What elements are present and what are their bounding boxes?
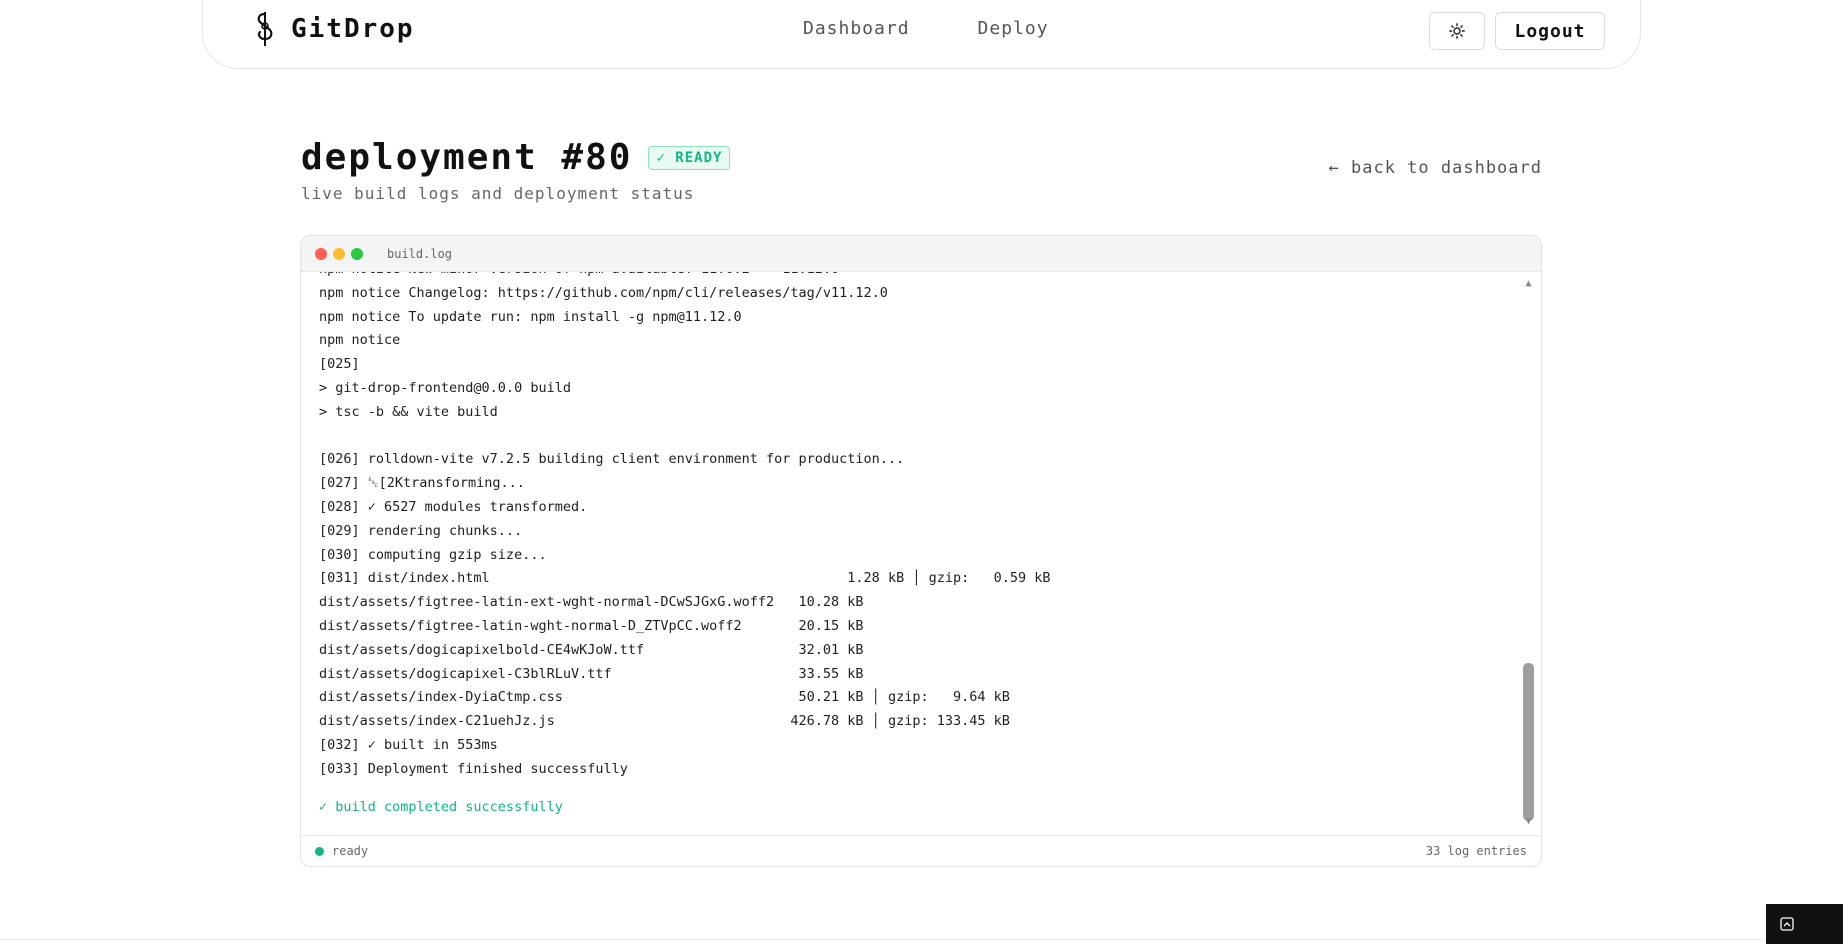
sun-icon (1449, 23, 1465, 39)
page-title: deployment #80 (301, 137, 633, 178)
page-bottom-divider (0, 939, 1766, 940)
footer-status: ready (315, 844, 368, 858)
log-line: npm notice New minor version of npm avai… (319, 272, 1511, 282)
back-to-dashboard-link[interactable]: ← back to dashboard (1329, 158, 1542, 178)
log-line: npm notice (319, 332, 401, 349)
log-line: > git-drop-frontend@0.0.0 build (319, 379, 571, 396)
brand-name: GitDrop (291, 14, 415, 44)
log-scroll-area[interactable]: npm notice New minor version of npm avai… (301, 272, 1541, 835)
status-dot-icon (315, 846, 324, 856)
log-lines: npm notice New minor version of npm avai… (319, 272, 1511, 819)
nav-link-dashboard[interactable]: Dashboard (803, 18, 910, 39)
build-log-terminal: build.log npm notice New minor version o… (300, 235, 1542, 867)
nav-link-deploy[interactable]: Deploy (978, 18, 1049, 39)
log-line: dist/assets/index-DyiaCtmp.css 50.21 kB … (319, 689, 1010, 706)
log-line: [027] ␛[2Ktransforming... (319, 475, 525, 492)
terminal-titlebar: build.log (301, 236, 1541, 272)
brand[interactable]: GitDrop (253, 12, 415, 46)
log-line: [031] dist/index.html 1.28 kB │ gzip: 0.… (319, 570, 1051, 587)
logout-button[interactable]: Logout (1495, 12, 1605, 50)
log-line: [032] ✓ built in 553ms (319, 736, 498, 753)
devtools-toggle[interactable] (1766, 904, 1843, 944)
window-maximize-dot (351, 247, 363, 260)
log-line: dist/assets/figtree-latin-wght-normal-D_… (319, 617, 864, 634)
log-line: > tsc -b && vite build (319, 403, 498, 420)
log-line: npm notice To update run: npm install -g… (319, 308, 742, 325)
scroll-down-icon[interactable]: ▼ (1522, 816, 1535, 828)
theme-toggle-button[interactable] (1429, 12, 1485, 50)
log-line: dist/assets/dogicapixelbold-CE4wKJoW.ttf… (319, 641, 864, 658)
log-line: [025] (319, 356, 360, 373)
log-line: [026] rolldown-vite v7.2.5 building clie… (319, 451, 905, 468)
log-line: dist/assets/dogicapixel-C3blRLuV.ttf 33.… (319, 665, 864, 682)
status-badge: ✓ READY (648, 146, 731, 170)
log-line: dist/assets/index-C21uehJz.js 426.78 kB … (319, 713, 1010, 730)
brand-logo-icon (257, 12, 273, 46)
nav-links: Dashboard Deploy (803, 18, 1049, 39)
log-scrollbar[interactable]: ▲ ▼ (1522, 278, 1535, 828)
scroll-thumb[interactable] (1523, 663, 1534, 821)
page-subtitle: live build logs and deployment status (301, 184, 695, 203)
log-line: [030] computing gzip size... (319, 546, 547, 563)
log-line: [033] Deployment finished successfully (319, 760, 628, 777)
build-success-message: ✓ build completed successfully (319, 798, 563, 815)
log-line: npm notice Changelog: https://github.com… (319, 284, 888, 301)
terminal-footer: ready 33 log entries (301, 835, 1541, 866)
top-navbar: GitDrop Dashboard Deploy Logout (202, 0, 1641, 69)
log-entry-count: 33 log entries (1425, 844, 1527, 858)
terminal-filename: build.log (387, 246, 453, 261)
devtools-icon (1780, 917, 1794, 931)
scroll-up-icon[interactable]: ▲ (1522, 278, 1535, 290)
page-header: deployment #80 ✓ READY live build logs a… (301, 137, 1542, 204)
window-minimize-dot (333, 247, 345, 260)
log-line: dist/assets/figtree-latin-ext-wght-norma… (319, 594, 864, 611)
log-line: [028] ✓ 6527 modules transformed. (319, 498, 588, 515)
window-close-dot (315, 247, 327, 260)
log-line: [029] rendering chunks... (319, 522, 523, 539)
footer-status-text: ready (332, 844, 369, 858)
